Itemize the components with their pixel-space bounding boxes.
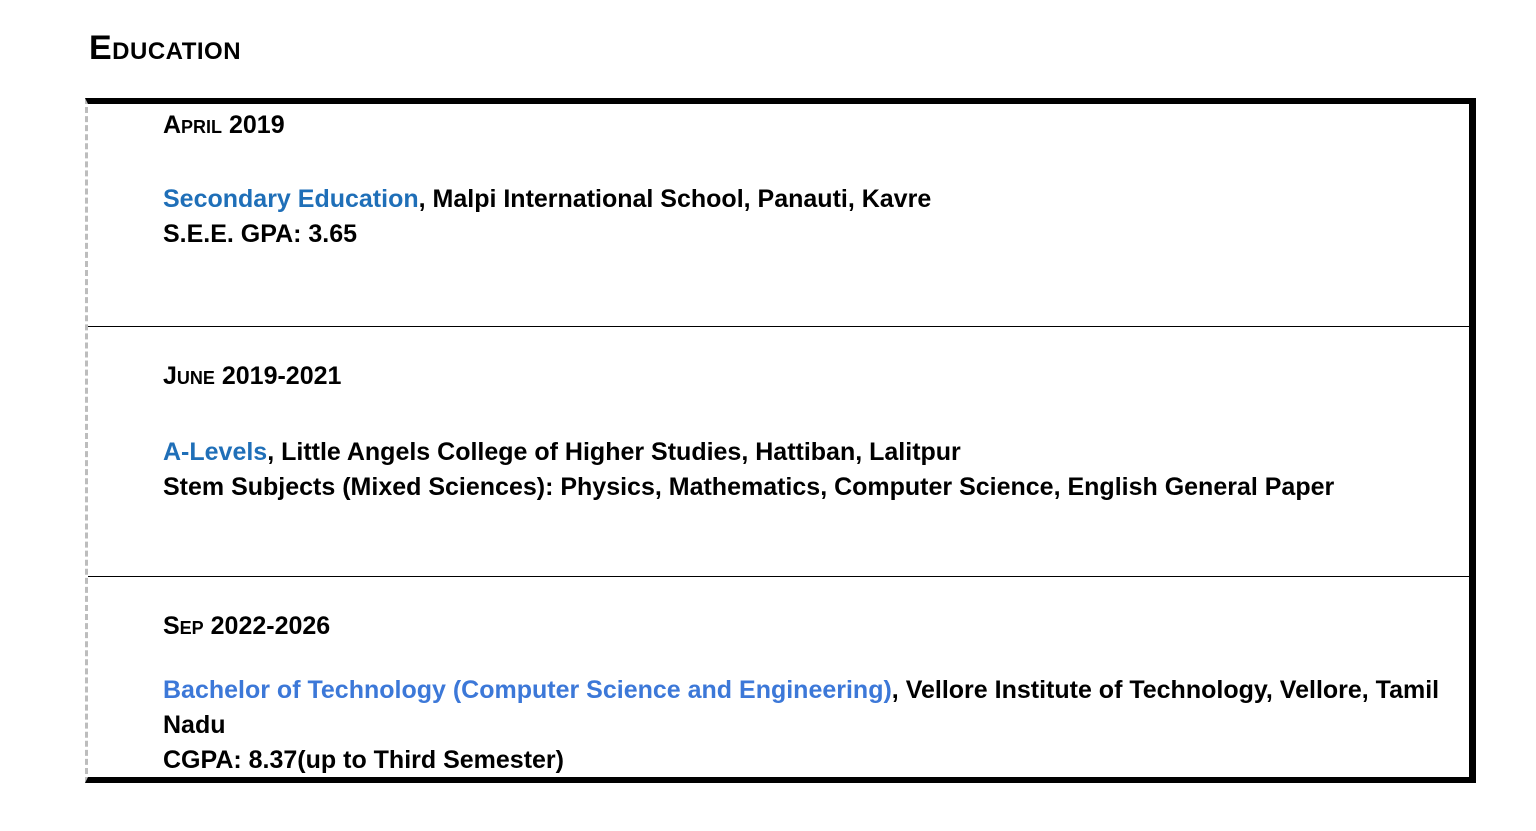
entry-detail: CGPA: 8.37(up to Third Semester): [163, 746, 564, 774]
entry-title-line: Bachelor of Technology (Computer Science…: [163, 673, 1453, 743]
degree-name: Bachelor of Technology (Computer Science…: [163, 676, 892, 704]
entry-title-line: Secondary Education, Malpi International…: [163, 182, 931, 217]
institution-name: , Malpi International School, Panauti, K…: [418, 185, 932, 213]
entry-date: June 2019-2021: [163, 362, 342, 390]
education-entry-secondary: April 2019 Secondary Education, Malpi In…: [88, 104, 1469, 327]
education-table: April 2019 Secondary Education, Malpi In…: [85, 98, 1476, 783]
entry-date: April 2019: [163, 111, 285, 139]
entry-detail: Stem Subjects (Mixed Sciences): Physics,…: [163, 473, 1335, 501]
institution-name: , Little Angels College of Higher Studie…: [267, 438, 961, 466]
entry-date: Sep 2022-2026: [163, 612, 331, 640]
degree-name: A-Levels: [163, 438, 268, 466]
education-entry-btech: Sep 2022-2026 Bachelor of Technology (Co…: [88, 577, 1469, 777]
section-heading-education: Education: [89, 29, 242, 67]
degree-name: Secondary Education: [163, 185, 419, 213]
education-entry-a-levels: June 2019-2021 A-Levels, Little Angels C…: [88, 327, 1469, 577]
entry-detail: S.E.E. GPA: 3.65: [163, 220, 358, 248]
entry-title-line: A-Levels, Little Angels College of Highe…: [163, 435, 961, 470]
